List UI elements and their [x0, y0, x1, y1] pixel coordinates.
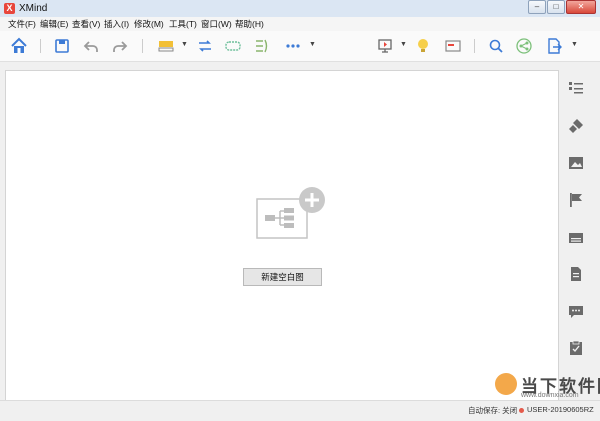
presentation-dropdown-icon[interactable]: ▼	[400, 41, 407, 48]
close-button[interactable]: ✕	[566, 0, 596, 14]
relationship-icon[interactable]	[196, 37, 214, 55]
menu-help[interactable]: 帮助(H)	[235, 18, 264, 30]
watermark-url: www.downxia.com	[521, 392, 579, 399]
comments-icon[interactable]	[568, 303, 584, 319]
home-icon[interactable]	[10, 37, 28, 55]
marker-flag-icon[interactable]	[568, 192, 584, 208]
label-icon[interactable]	[568, 230, 584, 246]
search-icon[interactable]	[487, 37, 505, 55]
menu-bar: 文件(F) 编辑(E) 查看(V) 插入(I) 修改(M) 工具(T) 窗口(W…	[0, 17, 600, 31]
export-icon[interactable]	[545, 37, 563, 55]
save-icon[interactable]	[53, 37, 71, 55]
xmind-logo-icon: X	[4, 3, 15, 14]
status-bar: 自动保存: 关闭 USER-20190605RZ	[0, 400, 600, 421]
topic-style-icon[interactable]	[157, 37, 175, 55]
idea-icon[interactable]	[414, 37, 432, 55]
presentation-icon[interactable]	[376, 37, 394, 55]
export-dropdown-icon[interactable]: ▼	[571, 41, 578, 48]
title-bar: X XMind – □ ✕	[0, 0, 600, 18]
window-controls: – □ ✕	[527, 0, 596, 14]
task-icon[interactable]	[568, 340, 584, 356]
boundary-icon[interactable]	[224, 37, 242, 55]
side-panel	[560, 70, 600, 400]
editor-canvas: 新建空白图	[5, 70, 559, 402]
format-brush-icon[interactable]	[568, 118, 584, 134]
user-status-icon	[519, 408, 524, 413]
redo-icon[interactable]	[111, 37, 129, 55]
summary-icon[interactable]	[253, 37, 271, 55]
toolbar-separator	[474, 39, 475, 53]
share-icon[interactable]	[515, 37, 533, 55]
more-icon[interactable]	[284, 37, 302, 55]
menu-tools[interactable]: 工具(T)	[169, 18, 197, 30]
menu-window[interactable]: 窗口(W)	[201, 18, 232, 30]
toolbar: ▼ ▼ ▼ ▼	[0, 31, 600, 62]
watermark-logo-icon	[495, 373, 517, 395]
minimize-button[interactable]: –	[528, 0, 546, 14]
notes-icon[interactable]	[568, 266, 584, 282]
user-name[interactable]: USER-20190605RZ	[527, 405, 594, 414]
sheet-icon[interactable]	[444, 37, 462, 55]
autosave-status[interactable]: 自动保存: 关闭	[468, 405, 517, 416]
menu-file[interactable]: 文件(F)	[8, 18, 36, 30]
toolbar-separator	[40, 39, 41, 53]
restore-button[interactable]: □	[547, 0, 565, 14]
topic-style-dropdown-icon[interactable]: ▼	[181, 41, 188, 48]
image-icon[interactable]	[568, 155, 584, 171]
new-blank-map-button[interactable]: 新建空白图	[243, 268, 322, 286]
window-title: XMind	[19, 3, 48, 14]
toolbar-separator	[142, 39, 143, 53]
undo-icon[interactable]	[82, 37, 100, 55]
new-mindmap-icon[interactable]	[256, 186, 328, 246]
menu-edit[interactable]: 编辑(E)	[40, 18, 68, 30]
menu-insert[interactable]: 插入(I)	[104, 18, 129, 30]
menu-modify[interactable]: 修改(M)	[134, 18, 164, 30]
menu-view[interactable]: 查看(V)	[72, 18, 100, 30]
outline-icon[interactable]	[568, 80, 584, 96]
more-dropdown-icon[interactable]: ▼	[309, 41, 316, 48]
